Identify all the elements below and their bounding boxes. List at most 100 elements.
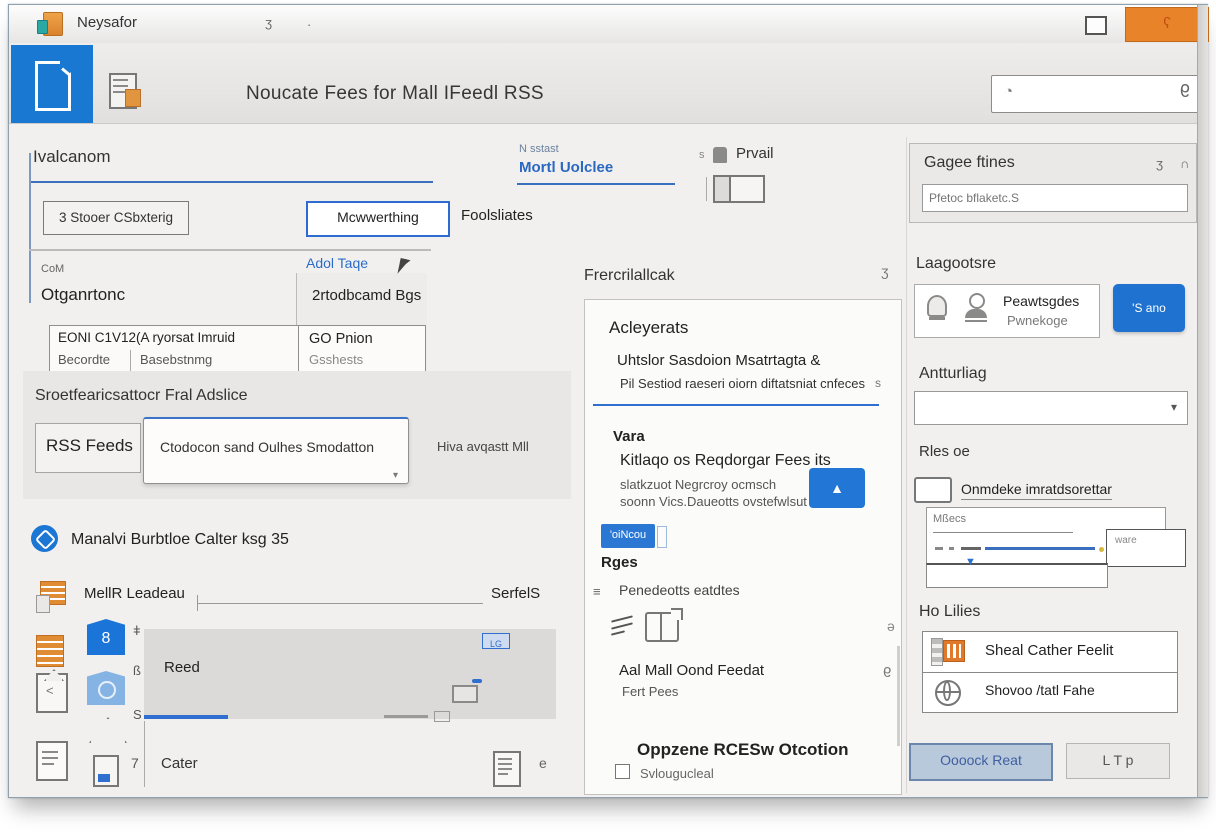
doc-lines-icon[interactable] [493, 751, 521, 787]
envelope-icon[interactable]: < [36, 673, 68, 713]
middle-card-title: Acleyerats [609, 318, 688, 338]
page-icon[interactable] [36, 741, 68, 781]
org-table-title: EONI C1V12(A ryorsat Imruid [58, 330, 235, 345]
option-title: GO Pnion [309, 331, 373, 347]
feeds-dropdown[interactable]: Ctodocon sand Oulhes Smodatton ▾ [143, 417, 409, 484]
middle-right-glyph: ǝ [887, 618, 895, 634]
search-icon: 9 [1180, 81, 1190, 102]
feeds-section-title: Sroetfearicsattocr Fral Adslice [35, 387, 248, 405]
undo-icon[interactable]: ∩ [1180, 156, 1189, 171]
middle-list-item[interactable]: Penedeotts eatdtes [619, 582, 740, 598]
titlebar-glyph: ʒ [265, 15, 272, 30]
section-title-account: Ivalcanom [33, 147, 110, 167]
filter-box: Gagee ftines ʒ ∩ [909, 143, 1197, 223]
save-button[interactable]: 'S ano [1113, 284, 1185, 332]
preview-panel: Reed LG [144, 629, 556, 719]
up-arrow-icon: ▲ [830, 480, 844, 496]
preview-progress [144, 715, 228, 719]
refresh-icon: 9 [883, 664, 891, 681]
middle-footer-checkbox[interactable] [615, 764, 630, 779]
house-icon[interactable] [87, 671, 125, 705]
feed-list-row[interactable]: Shovoo /tatl Fahe [923, 673, 1177, 711]
tent-icon[interactable] [89, 717, 127, 743]
accounts-card-line1: Peawtsgdes [1003, 293, 1079, 309]
hamburger-icon: ≡ [593, 584, 601, 599]
middle-footer-title: Oppzene RCESw Otcotion [637, 740, 849, 760]
app-icon [37, 12, 63, 36]
person-icon [963, 291, 989, 325]
search-box[interactable]: ◔ 9 [991, 75, 1205, 113]
archiving-dropdown[interactable]: ▾ [914, 391, 1188, 425]
name-caption: N sstast [519, 143, 559, 155]
feed-row1-label: Sheal Cather Feelit [985, 642, 1113, 659]
option-cell[interactable]: GO Pnion Gsshests [298, 325, 426, 375]
name-value: Mortl Uolclee [519, 159, 613, 176]
slider-lower-row: ▼ [926, 563, 1108, 588]
maximize-button[interactable] [1085, 16, 1107, 35]
preview-read-label: Reed [164, 659, 200, 676]
rss-feeds-box[interactable]: RSS Feeds [35, 423, 141, 473]
blue-underline [29, 181, 433, 183]
org-caption: CoM [41, 263, 64, 275]
manage-icon[interactable] [31, 525, 58, 552]
add-tape-link[interactable]: Adol Taqe [306, 255, 368, 271]
send-button[interactable]: ▲ [809, 468, 865, 508]
slider-marker-icon[interactable]: ▼ [965, 556, 976, 568]
org-table-sub-a: Becordte [58, 352, 110, 367]
window-title: Neysafor [77, 14, 137, 31]
manage-label: Manalvi Burbtloe Calter ksg 35 [71, 531, 289, 549]
middle-footer-check-label: Svlougucleal [640, 766, 714, 781]
shield-icon[interactable]: 8 [87, 619, 125, 655]
caret-icon: ▾ [393, 470, 398, 481]
bounce-badge[interactable]: 'oiNcou [601, 524, 655, 548]
feeds-note: Hiva avqastt Mll [437, 439, 529, 454]
preview-chip: LG [482, 633, 510, 649]
left-guide-line [29, 153, 31, 303]
mail-feed-title[interactable]: Aal Mall Oond Feedat [619, 662, 764, 679]
org-table[interactable]: EONI C1V12(A ryorsat Imruid Becordte Bas… [49, 325, 299, 375]
screen: Neysafor ʒ · ʕ Noucate Fees for Mall IFe… [0, 0, 1216, 832]
mail-leader-right: SerfelS [491, 585, 540, 602]
toggle-box[interactable] [713, 175, 765, 203]
titlebar: Neysafor ʒ · ʕ [9, 5, 1207, 44]
mail-feed-sub: Fert Pees [622, 684, 678, 699]
mail-folder-icon [36, 581, 64, 613]
rules-title: Rles oe [919, 443, 970, 460]
secondary-button[interactable]: 3 Stooer CSbxterig [43, 201, 189, 235]
page-title: Noucate Fees for Mall IFeedl RSS [246, 83, 544, 105]
filter-input[interactable] [922, 184, 1188, 212]
primary-outline-button[interactable]: Mcwwerthing [306, 201, 450, 237]
value-cell[interactable]: ware [1106, 529, 1186, 567]
bottom-label: Cater [161, 755, 198, 772]
middle-panel: Acleyerats Uhtslor Sasdoion Msatrtagta &… [584, 299, 902, 795]
accounts-card[interactable]: Peawtsgdes Pwnekoge [914, 284, 1100, 338]
name-underline [517, 183, 675, 185]
feature-sub2: soonn Vics.Daueotts ovstefwlsut [620, 494, 807, 509]
feed-list-row[interactable]: Sheal Cather Feelit [923, 632, 1177, 673]
cancel-button[interactable]: L T p [1066, 743, 1170, 779]
middle-line1: Uhtslor Sasdoion Msatrtagta & [617, 352, 820, 369]
scrollbar[interactable] [897, 646, 900, 746]
ok-button[interactable]: Oooock Reat [909, 743, 1053, 781]
email-glyph: s [699, 149, 705, 161]
feed-row2-label: Shovoo /tatl Fahe [985, 682, 1095, 698]
notes-icon[interactable] [109, 71, 143, 109]
accounts-title: Laagootsre [916, 255, 996, 273]
window-edge [1197, 5, 1208, 797]
globe-icon: ◔ [1004, 83, 1013, 100]
feeds-section: Sroetfearicsattocr Fral Adslice RSS Feed… [23, 371, 571, 499]
file-tab-tile[interactable] [11, 45, 93, 123]
broadband-label: 2rtodbcamd Bgs [312, 287, 421, 304]
option-sub: Gsshests [309, 352, 363, 367]
list-icon[interactable] [36, 635, 64, 667]
device-icon[interactable] [93, 755, 119, 787]
rules-checkbox[interactable] [914, 477, 952, 503]
bottom-glyph: e [539, 755, 547, 771]
redo-icon[interactable]: ʒ [1156, 156, 1163, 171]
titlebar-dot: · [307, 17, 311, 32]
templates-label: Foolsliates [461, 207, 533, 224]
app-window: Neysafor ʒ · ʕ Noucate Fees for Mall IFe… [8, 4, 1208, 798]
feature-sub1: slatkzuot Negrcroy ocmsch [620, 477, 776, 492]
middle-section2-title: Vara [613, 428, 645, 445]
middle-header: Frercrilallcak [584, 267, 675, 285]
